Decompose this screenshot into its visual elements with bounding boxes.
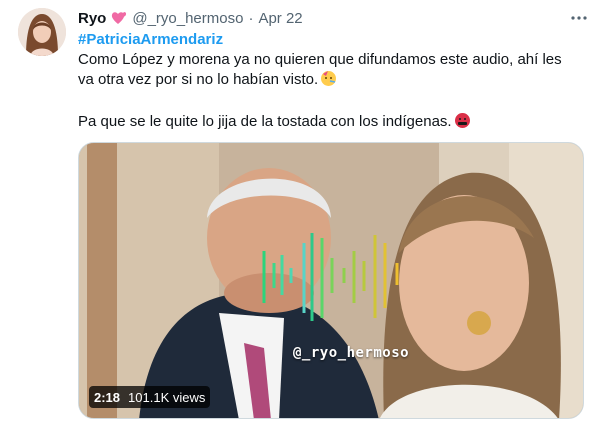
party-face-emoji-icon xyxy=(320,70,337,93)
tweet-text-line-3-text: Pa que se le quite lo jija de la tostada… xyxy=(78,113,452,130)
tweet-text-line-1: Como López y morena ya no quieren que di… xyxy=(78,51,562,68)
tweet-text-line-2: va otra vez por si no lo habían visto. xyxy=(78,70,337,93)
heart-emoji-icon xyxy=(110,10,128,26)
video-stats-pill: 2:18 101.1K views xyxy=(89,386,211,408)
more-dots-icon[interactable] xyxy=(568,8,590,28)
video-player[interactable]: @_ryo_hermoso 2:18 101.1K views xyxy=(78,142,584,419)
cursing-face-emoji-icon xyxy=(454,112,471,135)
hashtag-link[interactable]: #PatriciaArmendariz xyxy=(78,31,223,48)
separator-dot: · xyxy=(248,9,254,27)
tweet-text-line-2-text: va otra vez por si no lo habían visto. xyxy=(78,71,319,88)
tweet-header: Ryo @_ryo_hermoso · Apr 22 xyxy=(78,8,590,28)
video-watermark: @_ryo_hermoso xyxy=(293,345,410,361)
video-views: 101.1K views xyxy=(128,389,206,405)
avatar-image xyxy=(18,8,66,56)
avatar[interactable] xyxy=(18,8,66,56)
display-name[interactable]: Ryo xyxy=(78,10,106,27)
tweet-text-line-3: Pa que se le quite lo jija de la tostada… xyxy=(78,112,471,135)
tweet-date[interactable]: Apr 22 xyxy=(258,10,302,27)
video-frame xyxy=(79,143,583,418)
video-duration: 2:18 xyxy=(94,389,121,405)
user-handle[interactable]: @_ryo_hermoso xyxy=(132,10,243,27)
